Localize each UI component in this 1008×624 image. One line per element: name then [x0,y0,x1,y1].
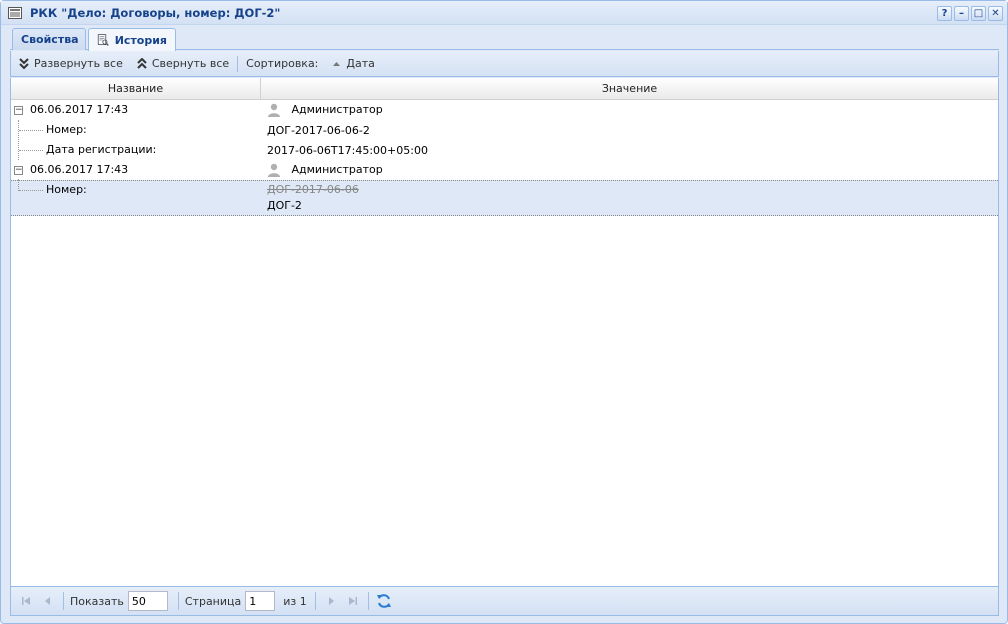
tree-line [19,190,43,191]
prev-page-button[interactable] [39,592,57,610]
sort-field-label: Дата [346,57,375,70]
tab-history-label: История [114,33,167,47]
collapse-toggle-icon[interactable]: − [14,106,23,115]
next-page-button[interactable] [322,592,340,610]
column-header-name[interactable]: Название [11,78,261,99]
double-chevron-down-icon [19,57,29,69]
last-page-icon [348,597,357,605]
toolbar-separator [237,55,239,72]
paging-separator [367,592,369,610]
close-button[interactable]: ✕ [988,6,1003,21]
history-document-icon [97,34,109,46]
tab-strip: Свойства История [10,26,999,51]
group-date: 06.06.2017 17:43 [30,163,129,176]
paging-separator [63,592,64,610]
user-icon [268,163,280,177]
card-icon [8,7,22,19]
history-group-row[interactable]: − 06.06.2017 17:43 Администратор [11,160,998,180]
last-page-button[interactable] [344,592,362,610]
minimize-button[interactable]: – [954,6,969,21]
page-number-input[interactable] [245,591,276,611]
refresh-icon [376,594,391,608]
user-icon [268,103,280,117]
field-name: Номер: [46,123,87,136]
tree-line [19,130,43,131]
help-button[interactable]: ? [937,6,952,21]
history-field-row[interactable]: Дата регистрации: 2017-06-06T17:45:00+05… [11,140,998,160]
page-label: Страница [184,594,242,608]
sort-ascending-icon [333,61,341,66]
tab-properties[interactable]: Свойства [12,28,86,50]
group-user: Администратор [291,163,383,176]
history-toolbar: Развернуть все Свернуть все Сортировка: … [10,51,999,77]
field-name: Дата регистрации: [46,143,157,156]
paging-separator [314,592,316,610]
double-chevron-up-icon [137,57,147,69]
window-tools: ? – □ ✕ [937,6,1003,21]
first-page-icon [22,597,30,605]
tab-properties-label: Свойства [21,33,79,46]
window-titlebar[interactable]: РКК "Дело: Договоры, номер: ДОГ-2" ? – □… [1,1,1007,25]
tree-line [19,150,43,151]
collapse-all-label: Свернуть все [151,57,230,70]
collapse-toggle-icon[interactable]: − [14,166,23,175]
sort-by-date-button[interactable]: Дата [332,57,375,70]
field-name: Номер: [46,183,87,196]
page-size-input[interactable] [127,591,168,611]
prev-page-icon [45,597,50,605]
group-date: 06.06.2017 17:43 [30,103,129,116]
column-header-value[interactable]: Значение [261,78,998,99]
page-count-label: из 1 [283,594,307,608]
group-user: Администратор [291,103,383,116]
expand-all-button[interactable]: Развернуть все [19,57,123,70]
page-size-label: Показать [70,594,124,608]
tab-history[interactable]: История [88,28,176,51]
sort-label: Сортировка: [246,57,319,70]
history-field-row-selected[interactable]: Номер: ДОГ-2017-06-06 ДОГ-2 [11,179,998,216]
next-page-icon [328,597,334,605]
old-value: ДОГ-2017-06-06 [267,183,359,196]
expand-all-label: Развернуть все [34,57,123,70]
field-value: ДОГ-2017-06-06-2 [267,123,370,137]
document-card-window: РКК "Дело: Договоры, номер: ДОГ-2" ? – □… [0,0,1008,624]
refresh-button[interactable] [375,592,393,610]
paging-separator [177,592,179,610]
history-field-row[interactable]: Номер: ДОГ-2017-06-06-2 [11,120,998,160]
grid-header: Название Значение [11,78,998,100]
window-title: РКК "Дело: Договоры, номер: ДОГ-2" [30,6,281,20]
history-group-row[interactable]: − 06.06.2017 17:43 Администратор [11,100,998,120]
history-grid: Название Значение − 06.06.2017 17:43 Адм… [10,78,999,586]
field-value: 2017-06-06T17:45:00+05:00 [267,143,428,157]
paging-toolbar: Показать Страница из 1 [10,586,999,616]
collapse-all-button[interactable]: Свернуть все [137,57,229,70]
first-page-button[interactable] [17,592,35,610]
maximize-button[interactable]: □ [971,6,986,21]
new-value: ДОГ-2 [267,199,302,212]
